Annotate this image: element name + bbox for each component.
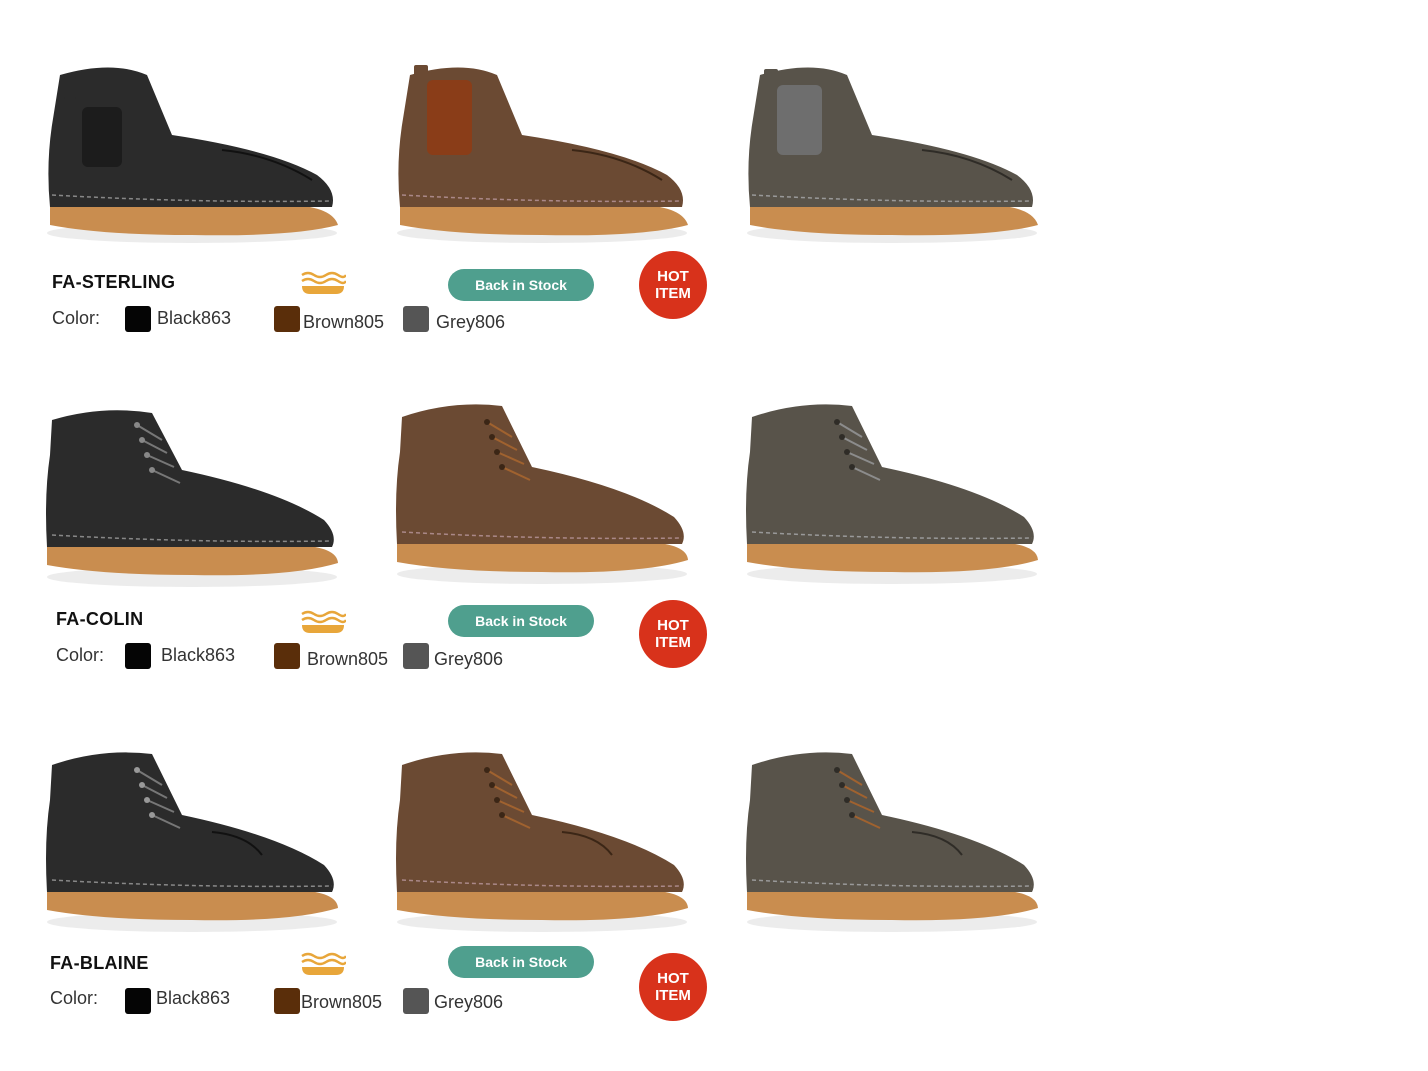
swatch-brown[interactable] xyxy=(274,988,300,1014)
swatch-label-brown: Brown805 xyxy=(307,649,389,669)
boot-image-grey[interactable] xyxy=(742,740,1042,940)
boot-icon xyxy=(746,404,1038,584)
back-in-stock-button[interactable]: Back in Stock xyxy=(448,946,594,978)
wave-icon xyxy=(301,610,346,633)
boot-icon xyxy=(396,752,688,932)
swatch-label-brown: Brown805 xyxy=(301,992,383,1012)
swatch-black[interactable] xyxy=(125,988,151,1014)
boot-image-grey[interactable] xyxy=(742,392,1042,592)
boot-icon xyxy=(46,752,338,932)
swatch-grey[interactable] xyxy=(403,988,429,1014)
swatch-grey[interactable] xyxy=(403,643,429,669)
product-name: FA-BLAINE xyxy=(50,953,149,973)
boot-image-brown[interactable] xyxy=(392,392,692,592)
swatch-label-black: Black863 xyxy=(161,645,236,665)
swatch-label-grey: Grey806 xyxy=(434,992,504,1012)
product-name: FA-COLIN xyxy=(56,609,144,629)
badge-line1: HOT xyxy=(657,617,689,634)
boot-icon xyxy=(46,410,338,587)
swatch-brown[interactable] xyxy=(274,643,300,669)
badge-line2: ITEM xyxy=(655,987,691,1004)
badge-line2: ITEM xyxy=(655,634,691,651)
badge-line1: HOT xyxy=(657,970,689,987)
boot-icon xyxy=(396,404,688,584)
color-label: Color: xyxy=(56,645,105,665)
swatch-label-black: Black863 xyxy=(156,988,231,1008)
product-card: FA-BLAINE Back in Stock HOT ITEM Color: … xyxy=(0,0,1428,1021)
boot-icon xyxy=(746,752,1038,932)
swatch-black[interactable] xyxy=(125,643,151,669)
boot-image-brown[interactable] xyxy=(392,740,692,940)
swatch-label-grey: Grey806 xyxy=(434,649,504,669)
hot-item-badge: HOT ITEM xyxy=(639,953,707,1021)
wave-icon xyxy=(301,952,346,975)
boot-image-black[interactable] xyxy=(42,740,342,940)
boot-image-black[interactable] xyxy=(42,395,342,595)
back-in-stock-button[interactable]: Back in Stock xyxy=(448,605,594,637)
hot-item-badge: HOT ITEM xyxy=(639,600,707,668)
color-label: Color: xyxy=(50,988,99,1008)
